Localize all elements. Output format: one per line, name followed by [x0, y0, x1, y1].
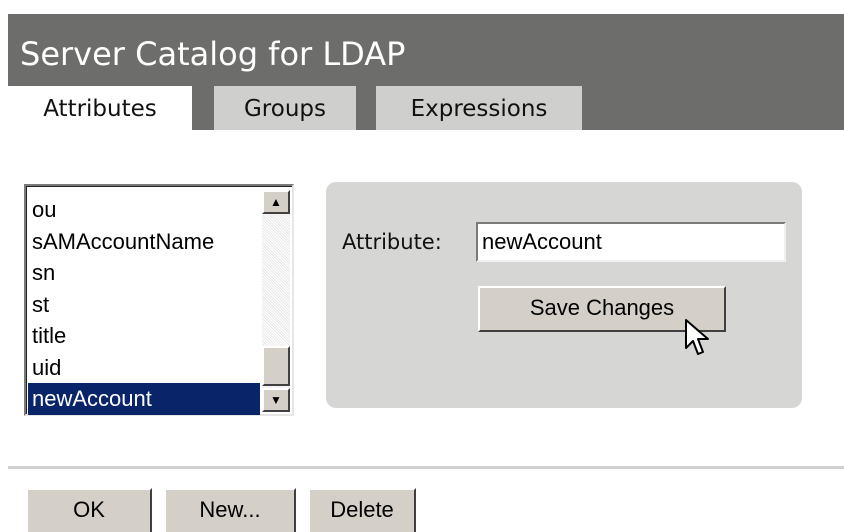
tab-attributes[interactable]: Attributes	[8, 86, 192, 130]
page-title: Server Catalog for LDAP	[20, 35, 406, 73]
attribute-label: Attribute:	[342, 230, 442, 254]
tab-expressions[interactable]: Expressions	[376, 86, 582, 130]
list-item-uid[interactable]: uid	[28, 352, 260, 384]
mouse-pointer-icon	[685, 319, 709, 355]
list-item-samaccountname[interactable]: sAMAccountName	[28, 226, 260, 258]
scroll-thumb[interactable]	[262, 346, 290, 386]
ok-button[interactable]: OK	[26, 488, 152, 532]
list-item-title[interactable]: title	[28, 320, 260, 352]
attribute-input[interactable]	[476, 222, 786, 262]
list-item-st[interactable]: st	[28, 289, 260, 321]
tab-groups[interactable]: Groups	[214, 86, 356, 130]
scroll-up-button[interactable]: ▲	[262, 190, 290, 214]
delete-button[interactable]: Delete	[308, 488, 416, 532]
scroll-down-button[interactable]: ▼	[262, 388, 290, 412]
attribute-list: ou sAMAccountName sn st title uid newAcc…	[28, 194, 260, 415]
list-item-ou[interactable]: ou	[28, 194, 260, 226]
arrow-down-icon: ▼	[270, 393, 282, 407]
new-button[interactable]: New...	[164, 488, 296, 532]
list-item-newaccount[interactable]: newAccount	[28, 383, 260, 415]
arrow-up-icon: ▲	[270, 195, 282, 209]
attribute-listbox[interactable]: ou sAMAccountName sn st title uid newAcc…	[24, 184, 294, 416]
list-scrollbar[interactable]: ▲ ▼	[262, 190, 290, 412]
footer-divider	[8, 466, 844, 469]
list-item-sn[interactable]: sn	[28, 257, 260, 289]
